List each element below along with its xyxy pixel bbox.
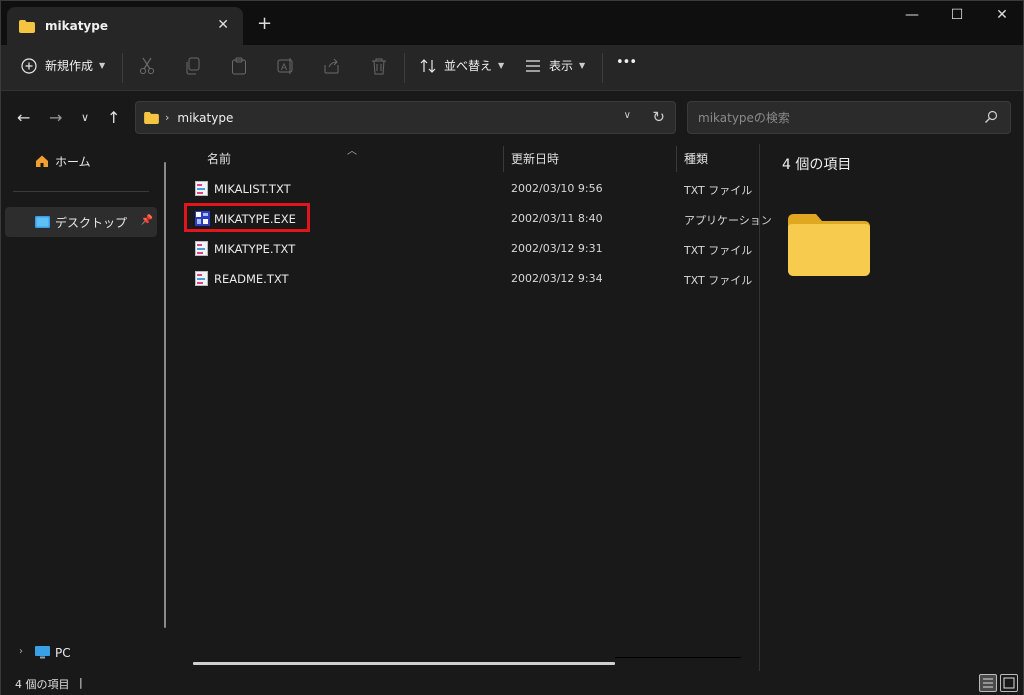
file-date: 2002/03/11 8:40 [511, 212, 603, 225]
file-name: README.TXT [214, 272, 289, 286]
file-type: TXT ファイル [684, 274, 753, 287]
sort-button-label: 並べ替え [444, 59, 493, 73]
chevron-down-icon: ▼ [99, 61, 106, 70]
new-tab-button[interactable]: + [257, 13, 272, 34]
cut-icon[interactable] [139, 57, 155, 75]
explorer-window: mikatype ✕ + — ☐ ✕ 新規作成 ▼ A 並べ替え ▼ 表示 ▼ [0, 0, 1024, 695]
file-row[interactable]: MIKATYPE.TXT 2002/03/12 9:31 TXT ファイル [175, 233, 759, 263]
file-name: MIKATYPE.TXT [214, 242, 296, 256]
chevron-down-icon: ▼ [498, 61, 505, 70]
file-row[interactable]: MIKALIST.TXT 2002/03/10 9:56 TXT ファイル [175, 173, 759, 203]
status-separator: | [79, 676, 83, 689]
minimize-button[interactable]: — [897, 7, 927, 23]
sidebar-divider [13, 191, 149, 192]
column-header-name[interactable]: 名前 [207, 150, 231, 167]
sort-icon [420, 58, 436, 73]
sidebar-item-label: PC [55, 646, 71, 660]
chevron-right-icon[interactable]: › [19, 646, 23, 657]
column-divider[interactable] [676, 146, 677, 172]
search-placeholder: mikatypeの検索 [698, 111, 790, 125]
view-list-icon [526, 59, 540, 72]
tiles-view-icon [1003, 677, 1015, 689]
file-list: ︿ 名前 更新日時 種類 MIKALIST.TXT 2002/03/10 9:5… [175, 144, 772, 671]
chevron-down-icon: ▼ [579, 61, 586, 70]
plus-circle-icon [21, 57, 37, 74]
large-folder-icon [788, 214, 870, 276]
tab-title: mikatype [45, 19, 108, 33]
search-icon [985, 110, 998, 123]
toolbar-divider [404, 53, 405, 83]
sort-button[interactable]: 並べ替え ▼ [420, 57, 504, 74]
tiles-view-button[interactable] [1000, 674, 1018, 692]
delete-icon[interactable] [371, 57, 387, 75]
text-file-icon [195, 271, 208, 286]
refresh-icon[interactable]: ↻ [652, 108, 665, 126]
column-divider[interactable] [503, 146, 504, 172]
command-bar: 新規作成 ▼ A 並べ替え ▼ 表示 ▼ ••• [1, 45, 1023, 91]
text-file-icon [195, 241, 208, 256]
sidebar-item-home[interactable]: ホーム [5, 146, 157, 176]
status-item-count: 4 個の項目 [15, 678, 70, 691]
column-header-date[interactable]: 更新日時 [511, 150, 559, 167]
pin-icon[interactable]: 📌 [141, 215, 153, 226]
file-date: 2002/03/12 9:31 [511, 242, 603, 255]
sidebar-item-desktop[interactable]: デスクトップ 📌 [5, 207, 157, 237]
share-icon[interactable] [323, 57, 341, 75]
sidebar-item-label: ホーム [55, 154, 91, 169]
file-date: 2002/03/10 9:56 [511, 182, 603, 195]
details-title: 4 個の項目 [782, 157, 852, 173]
view-button-label: 表示 [549, 59, 574, 73]
sidebar-item-label: デスクトップ [55, 215, 128, 230]
address-dropdown-icon[interactable]: ∨ [624, 110, 631, 121]
breadcrumb-mikatype[interactable]: mikatype [177, 111, 233, 125]
recent-locations-button[interactable]: ∨ [81, 111, 89, 124]
tab-mikatype[interactable]: mikatype ✕ [7, 7, 243, 45]
column-header-type[interactable]: 種類 [684, 150, 708, 167]
forward-button[interactable]: → [49, 108, 62, 127]
details-view-button[interactable] [979, 674, 997, 692]
sort-ascending-icon: ︿ [347, 146, 357, 157]
paste-icon[interactable] [231, 57, 247, 75]
sidebar-item-pc[interactable]: › PC [5, 638, 157, 668]
view-button[interactable]: 表示 ▼ [525, 57, 585, 74]
home-icon [36, 155, 48, 167]
computer-icon [35, 646, 50, 659]
nav-scrollbar[interactable] [164, 162, 166, 628]
scroll-track [615, 657, 741, 658]
details-view-icon [983, 678, 993, 688]
desktop-icon [35, 216, 50, 228]
maximize-button[interactable]: ☐ [942, 7, 972, 23]
toolbar-divider [602, 53, 603, 83]
search-input[interactable]: mikatypeの検索 [687, 101, 1011, 134]
new-button[interactable]: 新規作成 ▼ [21, 57, 105, 74]
svg-text:A: A [281, 62, 287, 72]
up-button[interactable]: ↑ [107, 108, 120, 127]
close-window-button[interactable]: ✕ [987, 7, 1017, 23]
folder-icon [144, 111, 159, 124]
back-button[interactable]: ← [17, 108, 30, 127]
folder-icon [19, 19, 35, 33]
rename-icon[interactable]: A [277, 57, 295, 75]
more-options-button[interactable]: ••• [616, 55, 637, 70]
details-pane: 4 個の項目 [759, 144, 1023, 671]
annotation-highlight-box [184, 203, 310, 232]
text-file-icon [195, 181, 208, 196]
title-bar: mikatype ✕ + — ☐ ✕ [1, 1, 1023, 45]
toolbar-divider [122, 53, 123, 83]
tab-close-icon[interactable]: ✕ [217, 17, 229, 33]
address-bar[interactable]: › mikatype ∨ ↻ [135, 101, 676, 134]
address-row: ← → ∨ ↑ › mikatype ∨ ↻ mikatypeの検索 [1, 92, 1023, 144]
file-row[interactable]: README.TXT 2002/03/12 9:34 TXT ファイル [175, 263, 759, 293]
status-bar: 4 個の項目 | [1, 671, 1023, 695]
breadcrumb-separator-icon: › [165, 111, 170, 124]
new-button-label: 新規作成 [45, 59, 94, 73]
horizontal-scrollbar[interactable] [193, 662, 615, 665]
file-type: TXT ファイル [684, 244, 753, 257]
copy-icon[interactable] [185, 57, 201, 75]
file-type: TXT ファイル [684, 184, 753, 197]
file-name: MIKALIST.TXT [214, 182, 291, 196]
navigation-pane: ホーム デスクトップ 📌 › PC [1, 144, 171, 671]
file-date: 2002/03/12 9:34 [511, 272, 603, 285]
